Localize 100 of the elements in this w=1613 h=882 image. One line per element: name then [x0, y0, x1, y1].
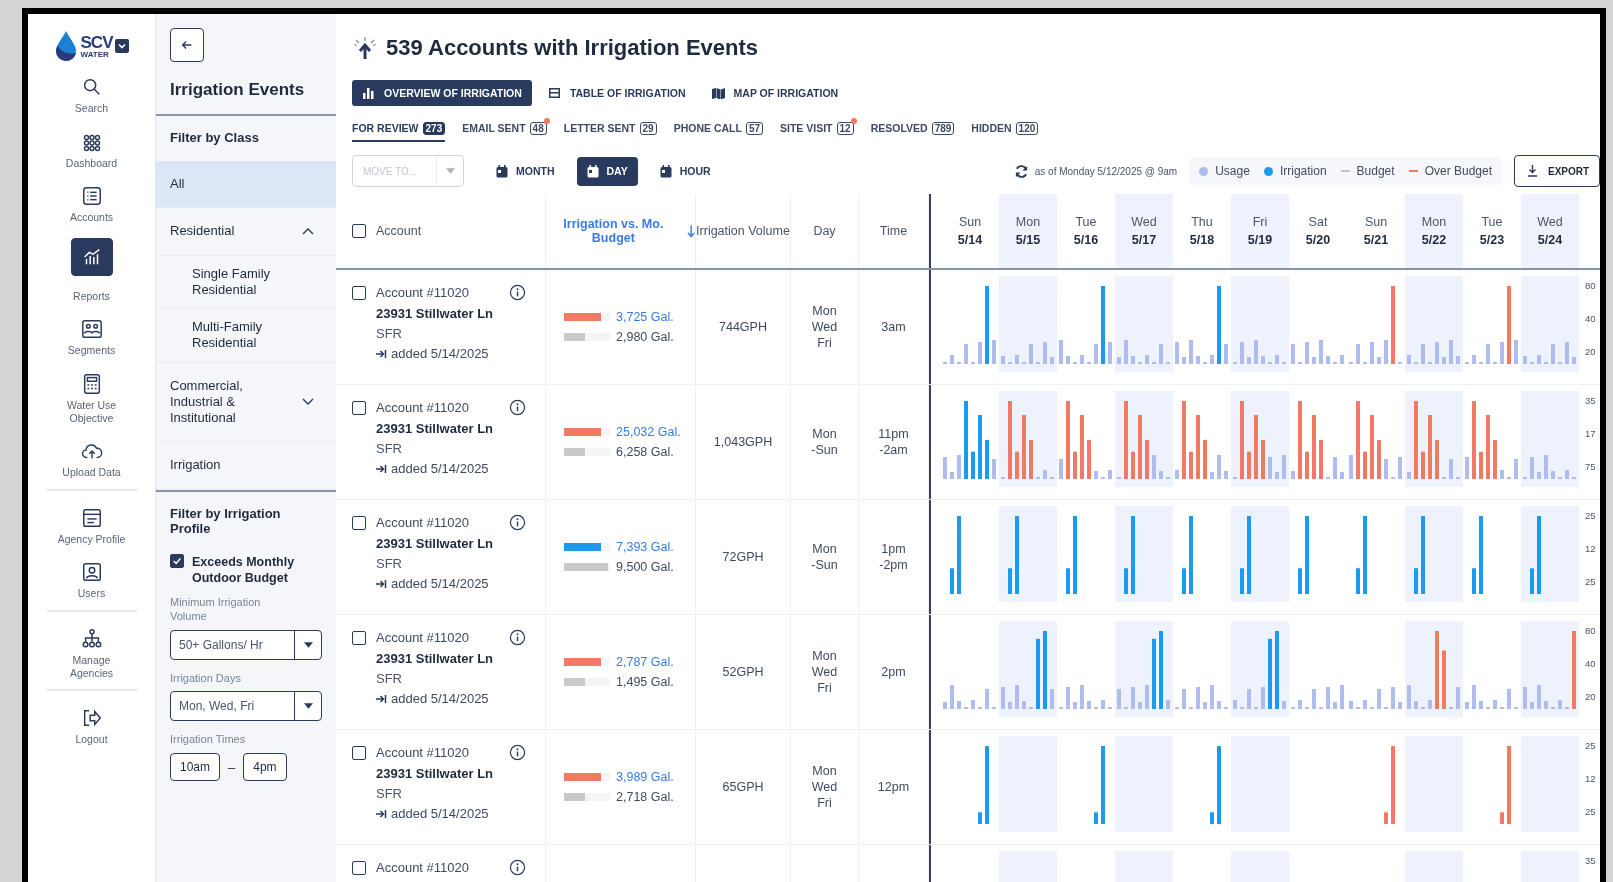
filter-item[interactable]: Commercial, Industrial & Institutional: [156, 362, 336, 443]
end-time-field[interactable]: 4pm: [243, 753, 287, 781]
irrigation-days: Mon Wed Fri: [811, 302, 838, 352]
arrow-to-bar-icon: [376, 808, 387, 819]
row-checkbox[interactable]: [352, 286, 366, 300]
row-checkbox[interactable]: [352, 746, 366, 760]
usage-bar: [957, 455, 961, 479]
nav-item[interactable]: Water Use Objective: [41, 366, 142, 429]
view-tab[interactable]: TABLE OF IRRIGATION: [537, 80, 696, 106]
weekday-label: Fri: [1252, 215, 1268, 229]
account-number: Account #11020: [376, 745, 469, 760]
view-tab[interactable]: MAP OF IRRIGATION: [701, 80, 849, 106]
added-date-text: added 5/14/2025: [391, 346, 489, 361]
people-icon: [80, 318, 103, 341]
irrigation-bar: [1472, 568, 1476, 594]
status-tab[interactable]: EMAIL SENT 48: [462, 120, 547, 142]
irrigation-bar: [985, 440, 989, 479]
range-button[interactable]: MONTH: [486, 156, 565, 186]
usage-bar: [1428, 700, 1432, 709]
nav-item[interactable]: Dashboard: [41, 124, 142, 174]
status-tab[interactable]: FOR REVIEW 273: [352, 120, 446, 142]
irrigation-time: 11pm -2am: [878, 425, 909, 459]
date-label: 5/14: [957, 233, 983, 247]
irrigation-volume: 744GPH: [719, 320, 767, 334]
nav-item[interactable]: Agency Profile: [41, 500, 142, 550]
usage-bar: [1544, 701, 1548, 709]
status-tab[interactable]: HIDDEN 120: [971, 120, 1039, 142]
status-tab[interactable]: SITE VISIT 12: [780, 120, 854, 142]
nav-item[interactable]: Manage Agencies: [41, 621, 142, 684]
column-header[interactable]: Account: [376, 224, 422, 238]
over-budget-bar: [1486, 415, 1490, 479]
chevron-icon: [302, 227, 314, 236]
axis-tick-label: 25: [1585, 806, 1597, 817]
bar-chart-icon: [362, 87, 375, 99]
date-label: 5/24: [1537, 233, 1563, 247]
irrigation-bar: [1182, 568, 1186, 594]
info-icon[interactable]: [509, 859, 526, 876]
row-checkbox[interactable]: [352, 861, 366, 875]
irrigation-volume: 72GPH: [722, 550, 764, 564]
info-icon[interactable]: [509, 744, 526, 761]
status-tab[interactable]: LETTER SENT 29: [563, 120, 657, 142]
nav-item[interactable]: Reports: [41, 233, 142, 307]
days-select[interactable]: Mon, Wed, Fri: [170, 691, 322, 722]
arrow-to-bar-icon: [376, 578, 387, 589]
nav-item[interactable]: Segments: [41, 312, 142, 361]
over-budget-bar: [1363, 451, 1367, 479]
axis-tick-label: 75: [1585, 461, 1597, 472]
usage-bar: [1298, 700, 1302, 709]
nav-item[interactable]: Accounts: [41, 179, 142, 228]
axis-tick-label: 20: [1585, 346, 1597, 357]
usage-bar: [1196, 687, 1200, 709]
column-header[interactable]: Irrigation vs. Mo. Budget: [546, 217, 681, 245]
irrigation-bar: [1298, 568, 1302, 594]
table-icon: [547, 87, 561, 99]
info-icon[interactable]: [509, 514, 526, 531]
filter-item[interactable]: Irrigation: [156, 442, 336, 490]
info-icon[interactable]: [509, 399, 526, 416]
dropdown-icon[interactable]: [115, 39, 130, 53]
row-checkbox[interactable]: [352, 631, 366, 645]
irrigation-bar: [1210, 812, 1214, 824]
usage-bar: [1377, 689, 1381, 709]
export-button[interactable]: EXPORT: [1514, 155, 1600, 187]
column-header[interactable]: Irrigation Volume: [696, 224, 790, 238]
select-all-checkbox[interactable]: [352, 224, 366, 238]
view-tab[interactable]: OVERVIEW OF IRRIGATION: [352, 80, 532, 106]
column-header[interactable]: Day: [813, 224, 836, 238]
column-header[interactable]: Time: [879, 224, 908, 238]
row-checkbox[interactable]: [352, 516, 366, 530]
filter-item[interactable]: Residential: [156, 208, 336, 256]
class-text: SFR: [376, 441, 403, 456]
nav-item[interactable]: Upload Data: [41, 434, 142, 483]
info-icon[interactable]: [509, 629, 526, 646]
info-icon[interactable]: [509, 284, 526, 301]
volume-select[interactable]: 50+ Gallons/ Hr: [170, 629, 322, 660]
filter-subitem[interactable]: Multi-Family Residential: [156, 309, 336, 363]
weekday-label: Mon: [1421, 215, 1447, 229]
arrow-to-bar-icon: [376, 463, 387, 474]
start-time-field[interactable]: 10am: [170, 753, 221, 781]
usage-bar: [1203, 702, 1207, 709]
usage-bar: [1523, 356, 1527, 364]
row-checkbox[interactable]: [352, 401, 366, 415]
back-button[interactable]: [170, 28, 204, 62]
status-tab[interactable]: PHONE CALL 57: [673, 120, 763, 142]
nav-item[interactable]: Search: [41, 70, 142, 119]
filter-item[interactable]: All: [156, 161, 336, 209]
usage-bar: [1261, 687, 1265, 709]
nav-item[interactable]: Users: [41, 555, 142, 604]
refresh-icon[interactable]: [1013, 163, 1029, 179]
legend-label: Irrigation: [1279, 164, 1327, 178]
range-button[interactable]: DAY: [576, 156, 638, 186]
legend-label: Over Budget: [1424, 164, 1492, 178]
checkbox[interactable]: [170, 553, 184, 568]
filter-subitem[interactable]: Single Family Residential: [156, 255, 336, 309]
status-tab[interactable]: RESOLVED 789: [870, 120, 955, 142]
usage-bar: [1224, 344, 1228, 364]
range-button[interactable]: HOUR: [649, 156, 721, 186]
usage-bar: [985, 689, 989, 709]
nav-item[interactable]: Logout: [41, 701, 142, 750]
usage-bar: [1182, 689, 1186, 709]
usage-bar: [1080, 685, 1084, 709]
